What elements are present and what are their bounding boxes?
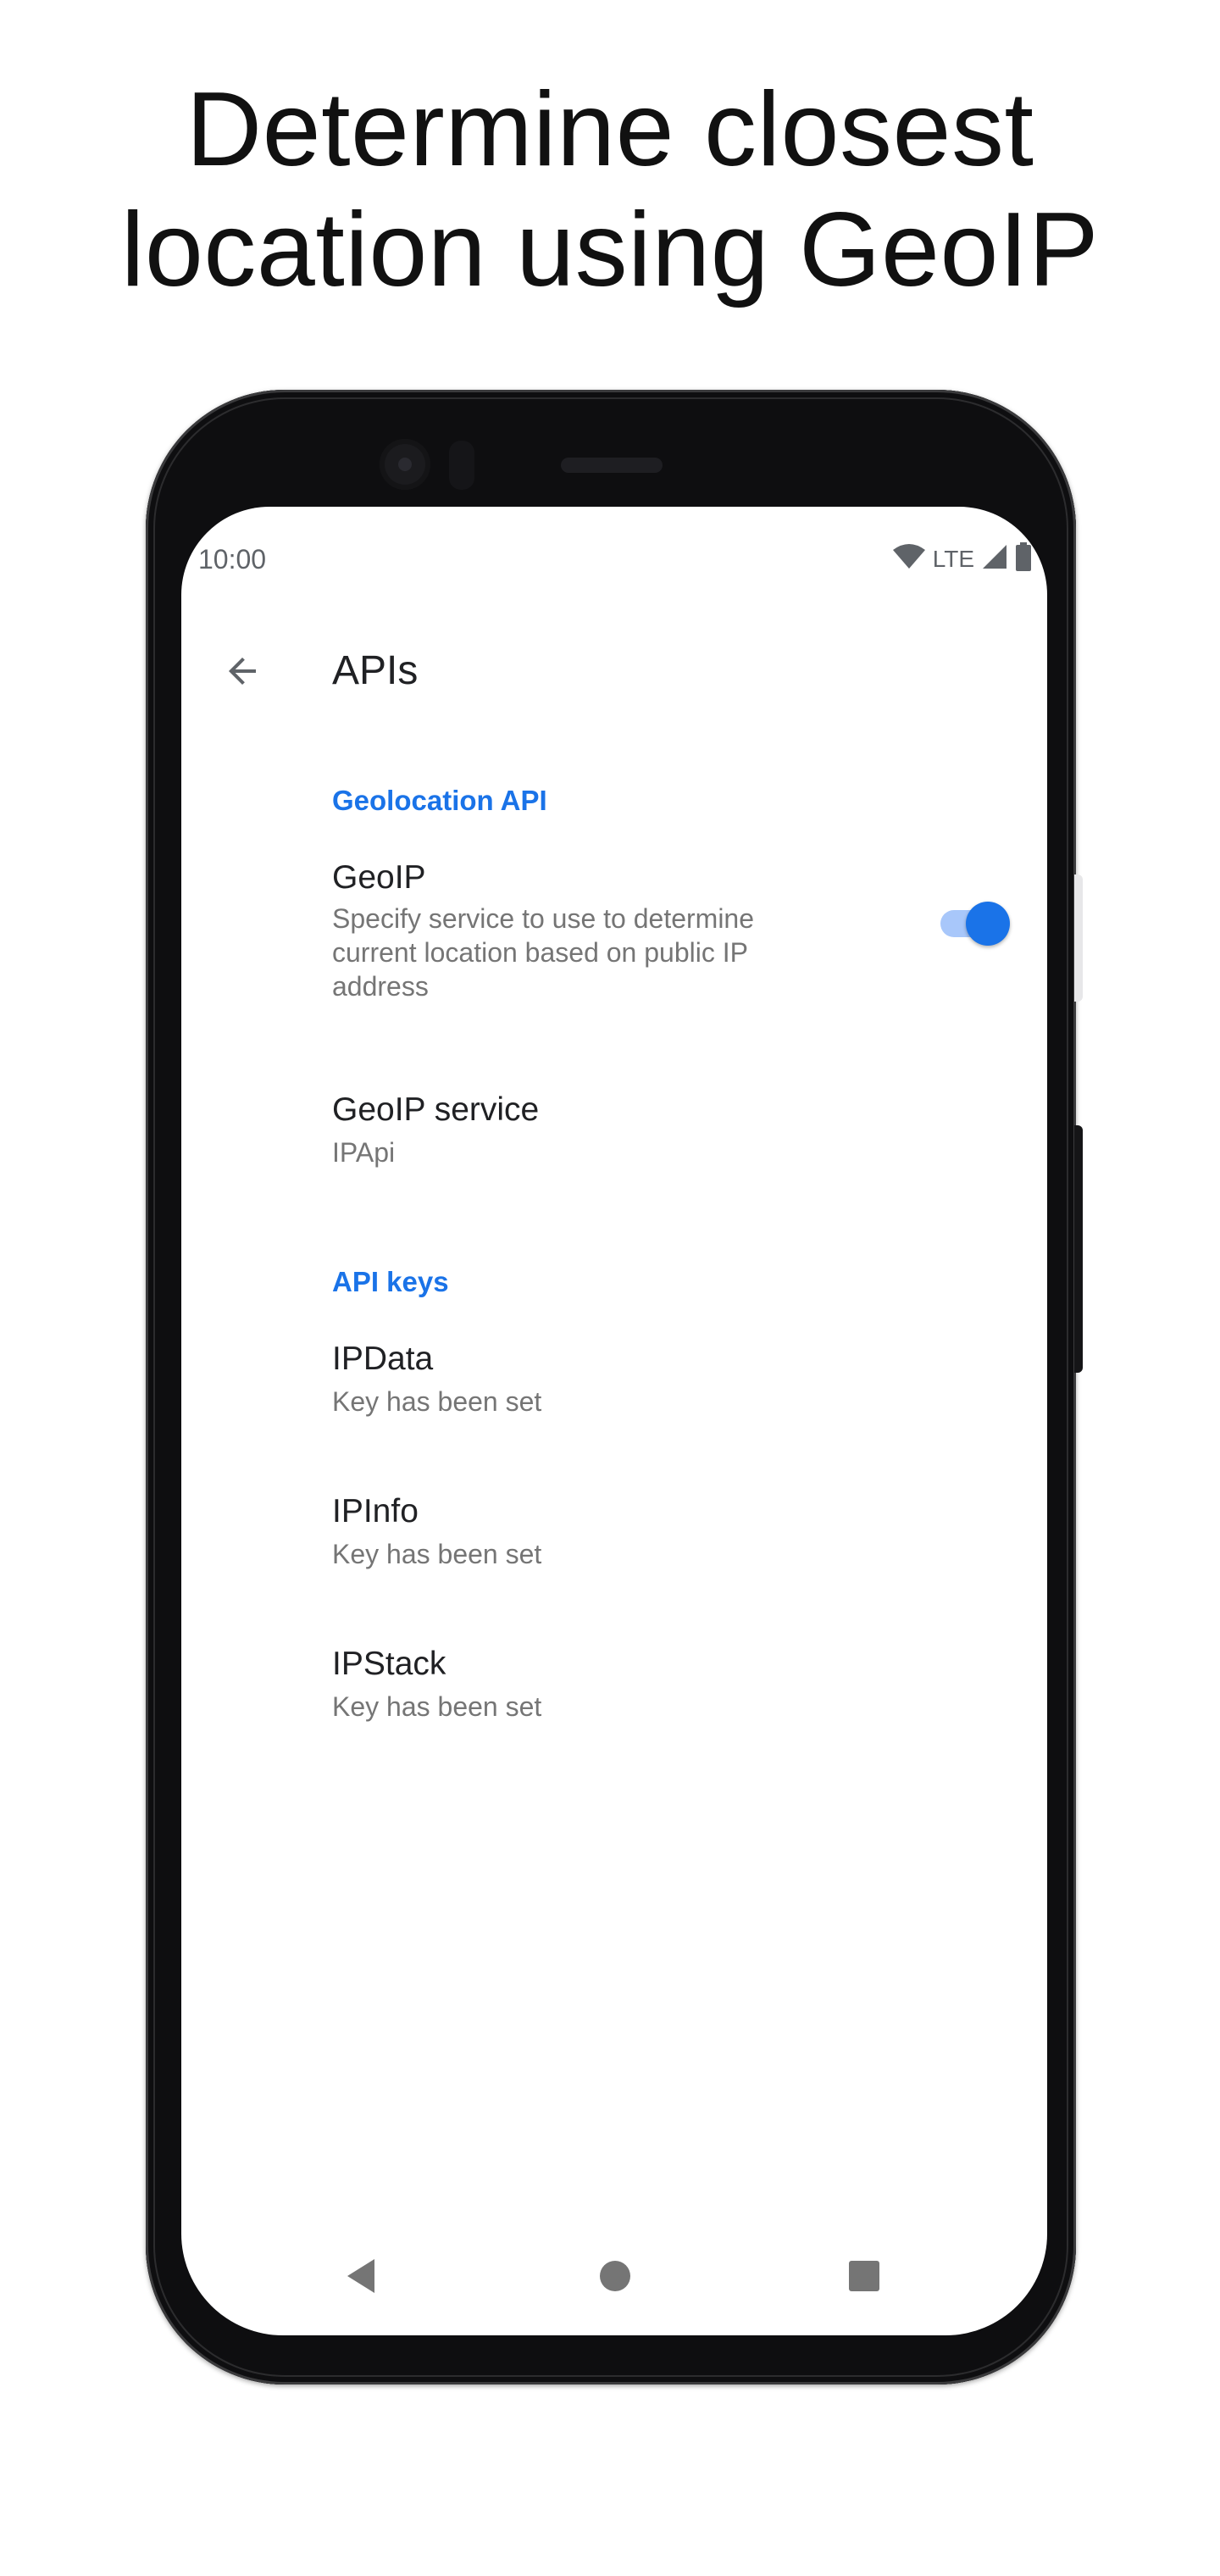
headline-line-2: location using GeoIP [120, 192, 1100, 308]
pref-ipdata-summary: Key has been set [332, 1386, 542, 1417]
front-camera [380, 439, 430, 490]
pref-geoip-title: GeoIP [332, 859, 426, 896]
phone-screen: 10:00 LTE APIs Geolocation API GeoIP Spe… [181, 507, 1047, 2335]
nav-home-button[interactable] [588, 2251, 642, 2305]
switch-thumb [966, 902, 1010, 946]
pref-geoip-summary: Specify service to use to determine curr… [332, 903, 755, 1002]
nav-home-icon [598, 2259, 632, 2297]
pref-geoip-service-title: GeoIP service [332, 1091, 540, 1128]
pref-ipinfo-title: IPInfo [332, 1493, 419, 1530]
nav-recents-button[interactable] [837, 2251, 891, 2305]
wifi-icon [892, 543, 926, 575]
promo-page: Determine closest location using GeoIP 1… [0, 0, 1220, 2576]
headline-line-1: Determine closest [186, 71, 1034, 188]
category-api-keys: API keys [332, 1266, 449, 1297]
status-time: 10:00 [198, 544, 267, 575]
battery-icon [1015, 542, 1032, 575]
page-title: APIs [332, 648, 419, 693]
pref-ipdata-title: IPData [332, 1341, 434, 1377]
category-geolocation-api: Geolocation API [332, 785, 547, 816]
pref-ipdata[interactable]: IPData Key has been set [181, 1312, 1047, 1464]
pref-ipstack-title: IPStack [332, 1646, 446, 1682]
earpiece-speaker [561, 458, 663, 473]
proximity-sensor [449, 441, 474, 490]
pref-ipstack[interactable]: IPStack Key has been set [181, 1617, 1047, 1769]
status-icons: LTE [892, 542, 1032, 575]
network-type: LTE [932, 545, 974, 572]
back-button[interactable] [212, 642, 273, 703]
pref-ipinfo[interactable]: IPInfo Key has been set [181, 1464, 1047, 1617]
arrow-back-icon [222, 651, 263, 696]
geoip-toggle-switch[interactable] [935, 898, 1010, 946]
signal-icon [981, 543, 1008, 575]
pref-ipinfo-summary: Key has been set [332, 1539, 542, 1569]
nav-back-button[interactable] [334, 2251, 388, 2305]
pref-ipstack-summary: Key has been set [332, 1691, 542, 1722]
pref-geoip-service[interactable]: GeoIP service IPApi [181, 1049, 1047, 1202]
pref-geoip-service-summary: IPApi [332, 1137, 396, 1168]
power-button [1074, 874, 1083, 1002]
pref-geoip[interactable]: GeoIP Specify service to use to determin… [181, 830, 1047, 1034]
nav-recents-icon [848, 2260, 880, 2296]
volume-button [1074, 1125, 1083, 1373]
promo-headline: Determine closest location using GeoIP [0, 69, 1220, 310]
nav-back-icon [344, 2257, 378, 2299]
